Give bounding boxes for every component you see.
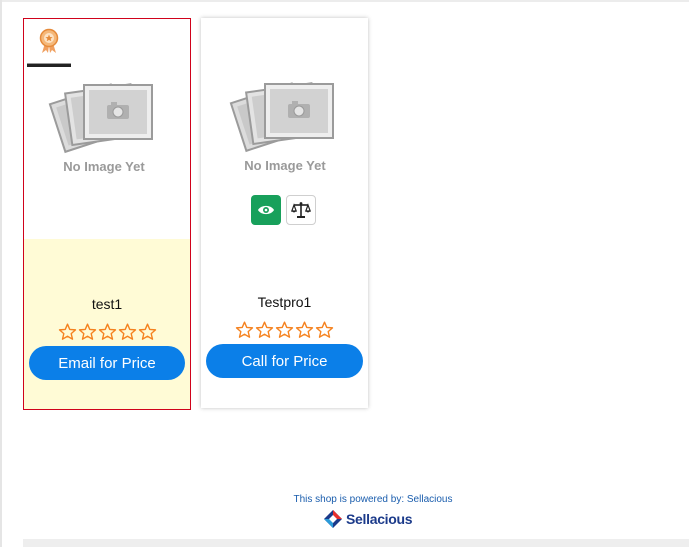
star-outline-icon (58, 323, 77, 341)
badge-underline (27, 63, 71, 67)
star-outline-icon (98, 323, 117, 341)
brand-name: Sellacious (346, 511, 413, 527)
star-outline-icon (295, 321, 314, 339)
quick-view-button[interactable] (251, 195, 281, 225)
powered-by-text: This shop is powered by: Sellacious (293, 494, 453, 505)
star-outline-icon (275, 321, 294, 339)
no-image-text: No Image Yet (244, 158, 326, 173)
star-rating (24, 323, 190, 341)
product-card-testpro1[interactable]: No Image Yet Testpro1 Call for Price (201, 18, 368, 408)
star-outline-icon (78, 323, 97, 341)
no-image-text: No Image Yet (63, 159, 145, 174)
star-rating (201, 321, 368, 339)
product-title[interactable]: test1 (24, 296, 190, 312)
page-left-border (0, 0, 2, 547)
star-outline-icon (235, 321, 254, 339)
star-outline-icon (118, 323, 137, 341)
star-outline-icon (255, 321, 274, 339)
star-outline-icon (315, 321, 334, 339)
award-ribbon-icon (39, 28, 59, 53)
balance-scale-icon (291, 202, 311, 218)
footer-bar (23, 539, 689, 547)
sellacious-brand-link[interactable]: Sellacious (323, 508, 413, 530)
star-outline-icon (138, 323, 157, 341)
product-title[interactable]: Testpro1 (201, 294, 368, 310)
page-top-border (0, 0, 689, 2)
no-image-placeholder: No Image Yet (48, 83, 153, 174)
email-for-price-button[interactable]: Email for Price (29, 346, 185, 380)
sellacious-logo-icon (324, 510, 342, 528)
eye-icon (258, 205, 274, 215)
call-for-price-button[interactable]: Call for Price (206, 344, 363, 378)
product-card-test1[interactable]: No Image Yet test1 Email for Price (23, 18, 191, 410)
compare-button[interactable] (286, 195, 316, 225)
no-image-placeholder: No Image Yet (229, 82, 334, 173)
